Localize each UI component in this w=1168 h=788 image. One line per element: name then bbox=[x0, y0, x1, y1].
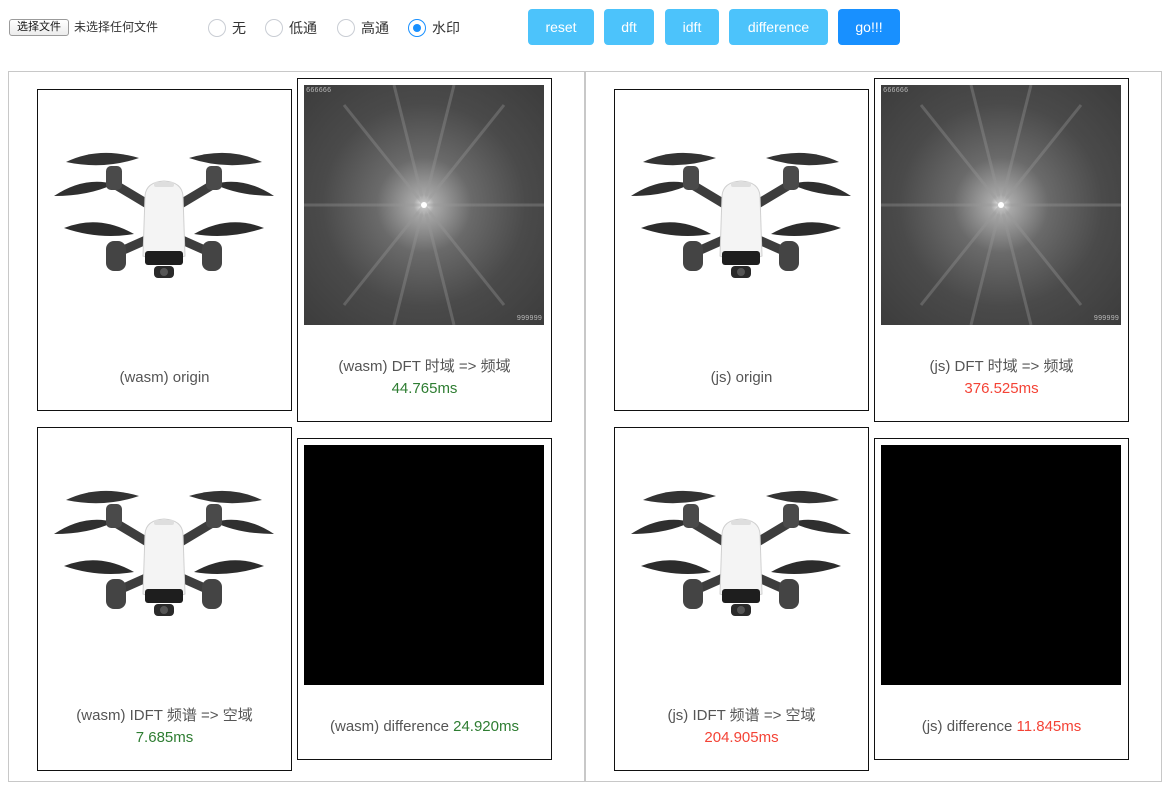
wasm-difference-caption: (wasm) difference bbox=[330, 718, 449, 735]
wasm-dft-watermark-top: 666666 bbox=[306, 87, 332, 95]
wasm-idft-card: (wasm) IDFT 频谱 => 空域 7.685ms bbox=[37, 427, 292, 771]
wasm-dft-caption: (wasm) DFT 时域 => 频域 bbox=[338, 358, 511, 375]
wasm-difference-time: 24.920ms bbox=[453, 718, 519, 735]
radio-highpass[interactable]: 高通 bbox=[337, 18, 389, 38]
wasm-difference-caption-line: (wasm) difference 24.920ms bbox=[298, 716, 551, 738]
js-dft-watermark-top: 666666 bbox=[883, 87, 909, 95]
wasm-difference-image bbox=[304, 445, 544, 685]
js-idft-image bbox=[621, 434, 861, 674]
difference-button[interactable]: difference bbox=[729, 9, 828, 45]
wasm-idft-image bbox=[44, 434, 284, 674]
radio-highpass-circle[interactable] bbox=[337, 19, 355, 37]
radio-watermark-label: 水印 bbox=[432, 20, 460, 36]
js-difference-time: 11.845ms bbox=[1016, 718, 1082, 735]
radio-none[interactable]: 无 bbox=[208, 18, 246, 38]
radio-none-label: 无 bbox=[232, 20, 246, 36]
js-origin-caption: (js) origin bbox=[710, 369, 773, 386]
js-dft-time: 376.525ms bbox=[964, 380, 1039, 397]
file-status: 未选择任何文件 bbox=[74, 20, 159, 34]
js-idft-card: (js) IDFT 频谱 => 空域 204.905ms bbox=[614, 427, 869, 771]
wasm-idft-caption: (wasm) IDFT 频谱 => 空域 bbox=[76, 707, 253, 724]
wasm-difference-card: (wasm) difference 24.920ms bbox=[297, 438, 552, 760]
reset-button[interactable]: reset bbox=[528, 9, 594, 45]
choose-file-button[interactable]: 选择文件 bbox=[9, 19, 69, 36]
dft-button[interactable]: dft bbox=[604, 9, 654, 45]
wasm-dft-time: 44.765ms bbox=[391, 380, 458, 397]
js-dft-card: 666666 999999 (js) DFT 时域 => 频域 376.525m… bbox=[874, 78, 1129, 422]
radio-lowpass-circle[interactable] bbox=[265, 19, 283, 37]
idft-button[interactable]: idft bbox=[665, 9, 719, 45]
radio-highpass-label: 高通 bbox=[361, 20, 389, 36]
wasm-dft-card: 666666 999999 (wasm) DFT 时域 => 频域 44.765… bbox=[297, 78, 552, 422]
js-difference-caption: (js) difference bbox=[921, 718, 1013, 735]
radio-watermark[interactable]: 水印 bbox=[408, 18, 460, 38]
wasm-origin-image bbox=[44, 96, 284, 336]
js-idft-time: 204.905ms bbox=[704, 729, 779, 746]
radio-lowpass-label: 低通 bbox=[289, 20, 317, 36]
js-difference-card: (js) difference 11.845ms bbox=[874, 438, 1129, 760]
js-dft-spectrum-image: 666666 999999 bbox=[881, 85, 1121, 325]
js-origin-card: (js) origin bbox=[614, 89, 869, 411]
js-panel: (js) origin 666666 999999 (js) DFT 时域 =>… bbox=[585, 71, 1162, 782]
js-difference-image bbox=[881, 445, 1121, 685]
radio-none-circle[interactable] bbox=[208, 19, 226, 37]
js-dft-caption: (js) DFT 时域 => 频域 bbox=[929, 358, 1074, 375]
js-difference-caption-line: (js) difference 11.845ms bbox=[875, 716, 1128, 738]
radio-lowpass[interactable]: 低通 bbox=[265, 18, 317, 38]
wasm-origin-caption: (wasm) origin bbox=[119, 369, 210, 386]
wasm-panel: (wasm) origin 666666 999999 (wasm) DFT 时… bbox=[8, 71, 585, 782]
wasm-dft-spectrum-image: 666666 999999 bbox=[304, 85, 544, 325]
wasm-origin-card: (wasm) origin bbox=[37, 89, 292, 411]
wasm-dft-watermark-bottom: 999999 bbox=[516, 315, 542, 323]
js-idft-caption: (js) IDFT 频谱 => 空域 bbox=[667, 707, 816, 724]
js-origin-image bbox=[621, 96, 861, 336]
wasm-idft-time: 7.685ms bbox=[135, 729, 194, 746]
js-dft-watermark-bottom: 999999 bbox=[1093, 315, 1119, 323]
radio-watermark-circle[interactable] bbox=[408, 19, 426, 37]
go-button[interactable]: go!!! bbox=[838, 9, 900, 45]
